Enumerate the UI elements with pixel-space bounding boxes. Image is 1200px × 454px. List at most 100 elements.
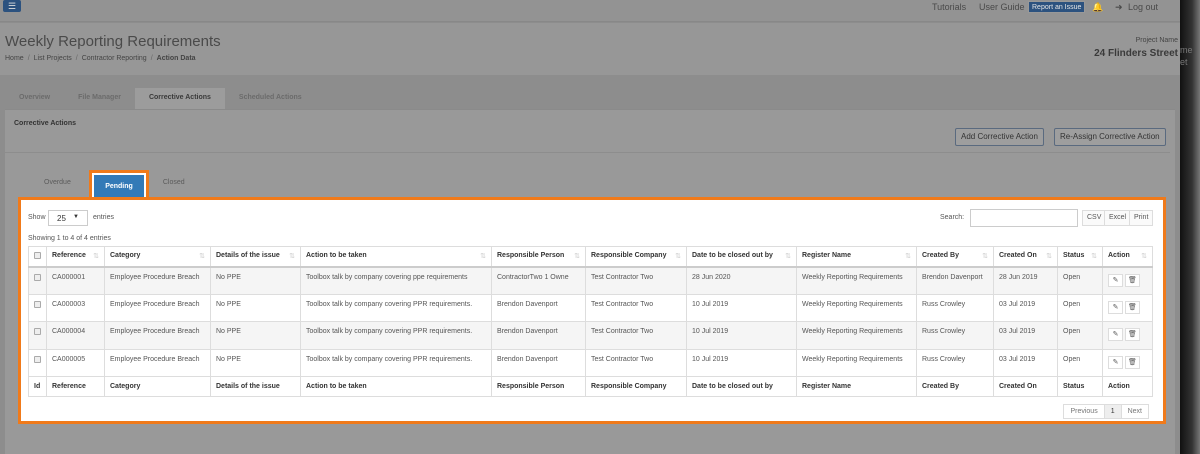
report-issue-button[interactable]: Report an Issue [1028, 1, 1086, 13]
row-checkbox[interactable] [28, 321, 47, 350]
tab-corrective-actions[interactable]: Corrective Actions [134, 88, 225, 109]
table-cell: Employee Procedure Breach [104, 321, 211, 350]
table-cell: 10 Jul 2019 [686, 321, 797, 350]
column-footer: Reference [46, 376, 105, 397]
sort-icon: ⇅ [1046, 253, 1052, 261]
column-header[interactable]: Date to be closed out by ⇅ [686, 246, 797, 268]
column-header-label: Responsible Person [497, 252, 565, 260]
pending-tab-highlight: Pending [89, 170, 149, 200]
breadcrumb-home[interactable]: Home [5, 55, 24, 62]
excel-button[interactable]: Excel [1104, 210, 1132, 226]
project-name-label: Project Name [1135, 37, 1178, 44]
tab-overview[interactable]: Overview [5, 88, 64, 109]
edit-icon[interactable]: ✎ [1108, 273, 1123, 287]
column-header[interactable]: Reference ⇅ [46, 246, 105, 268]
row-checkbox[interactable] [28, 293, 47, 322]
column-header[interactable]: Created On ⇅ [993, 246, 1058, 268]
edit-icon[interactable]: ✎ [1108, 355, 1123, 369]
column-header-label: Action to be taken [306, 252, 367, 260]
column-footer: Category [104, 376, 211, 397]
sort-icon: ⇅ [1091, 253, 1097, 261]
hamburger-menu-icon[interactable]: ☰ [3, 0, 21, 12]
breadcrumb: Home / List Projects / Contractor Reportin… [5, 55, 196, 62]
table-cell: Open [1057, 321, 1103, 350]
table-cell: Employee Procedure Breach [104, 293, 211, 322]
tab-pending[interactable]: Pending [94, 175, 144, 199]
table-cell: 10 Jul 2019 [686, 348, 797, 377]
breadcrumb-contractor-reporting[interactable]: Contractor Reporting [82, 55, 147, 62]
column-header[interactable]: Category ⇅ [104, 246, 211, 268]
print-button[interactable]: Print [1129, 210, 1154, 226]
table-info: Showing 1 to 4 of 4 entries [28, 235, 111, 242]
column-header[interactable]: Status ⇅ [1057, 246, 1103, 268]
column-footer: Action [1102, 376, 1153, 397]
breadcrumb-list-projects[interactable]: List Projects [34, 55, 72, 62]
user-guide-link[interactable]: User Guide [979, 2, 1025, 12]
column-header[interactable]: Responsible Person ⇅ [491, 246, 586, 268]
bell-icon[interactable]: 🔔 [1092, 2, 1103, 13]
column-header-label: Status [1063, 252, 1085, 260]
table-cell: Russ Crowley [916, 348, 994, 377]
column-header[interactable]: Details of the issue ⇅ [210, 246, 301, 268]
sort-icon: ⇅ [480, 253, 486, 261]
logout-link[interactable]: Log out [1128, 2, 1158, 12]
delete-icon[interactable]: 🗑 [1125, 300, 1140, 314]
column-footer: Register Name [796, 376, 917, 397]
edit-icon[interactable]: ✎ [1108, 300, 1123, 314]
next-button[interactable]: Next [1122, 405, 1148, 418]
column-header[interactable]: Created By ⇅ [916, 246, 994, 268]
logout-icon: ➜ [1115, 2, 1123, 12]
table-cell: Test Contractor Two [585, 293, 687, 322]
previous-button[interactable]: Previous [1064, 405, 1105, 418]
sort-icon: ⇅ [785, 253, 791, 261]
column-header[interactable]: Action to be taken ⇅ [300, 246, 492, 268]
delete-icon[interactable]: 🗑 [1125, 355, 1140, 369]
table-cell: No PPE [210, 321, 301, 350]
sort-icon: ⇅ [905, 253, 911, 261]
table-row: CA000005 Employee Procedure Breach No PPE T… [28, 348, 1153, 377]
table-cell: Open [1057, 348, 1103, 377]
table-row: CA000004 Employee Procedure Breach No PPE T… [28, 321, 1153, 350]
edit-icon[interactable]: ✎ [1108, 328, 1123, 341]
tab-closed[interactable]: Closed [149, 173, 199, 192]
tab-file-manager[interactable]: File Manager [64, 88, 135, 109]
column-header[interactable]: Register Name ⇅ [796, 246, 917, 268]
tutorials-link[interactable]: Tutorials [932, 2, 966, 12]
row-checkbox[interactable] [28, 266, 47, 295]
column-header-label: Details of the issue [216, 252, 280, 260]
footer-id: Id [28, 376, 47, 397]
column-header[interactable]: Responsible Company ⇅ [585, 246, 687, 268]
add-corrective-action-button[interactable]: Add Corrective Action [955, 128, 1044, 146]
table-cell: No PPE [210, 293, 301, 322]
delete-icon[interactable]: 🗑 [1125, 328, 1140, 341]
pagination: Previous 1 Next [1063, 404, 1149, 419]
divider [5, 152, 1170, 153]
tab-scheduled-actions[interactable]: Scheduled Actions [225, 88, 316, 109]
table-cell: ContractorTwo 1 Owne [491, 266, 586, 295]
entries-label: entries [93, 214, 115, 221]
csv-button[interactable]: CSV [1082, 210, 1107, 226]
table-cell: 03 Jul 2019 [993, 293, 1058, 322]
sort-icon: ⇅ [289, 253, 295, 261]
table-cell: Brendon Davenport [491, 348, 586, 377]
page-1-button[interactable]: 1 [1104, 405, 1122, 418]
table-cell: Weekly Reporting Requirements [796, 293, 917, 322]
table-cell: Russ Crowley [916, 293, 994, 322]
entries-length-select[interactable]: 25 ▼ [48, 210, 88, 226]
reassign-corrective-action-button[interactable]: Re-Assign Corrective Action [1054, 128, 1166, 146]
select-all-checkbox[interactable] [28, 246, 47, 268]
column-header[interactable]: Action ⇅ [1102, 246, 1153, 268]
search-input[interactable] [970, 209, 1078, 227]
column-footer: Details of the issue [210, 376, 301, 397]
table-section: Show 25 ▼ entries Search: CSV Excel Print… [18, 197, 1166, 424]
table-cell: CA000001 [46, 266, 105, 295]
delete-icon[interactable]: 🗑 [1125, 273, 1140, 287]
row-checkbox[interactable] [28, 348, 47, 377]
table-cell: Test Contractor Two [585, 266, 687, 295]
column-footer: Status [1057, 376, 1103, 397]
tab-overdue[interactable]: Overdue [30, 173, 85, 192]
sort-icon: ⇅ [675, 253, 681, 261]
column-header-label: Category [110, 252, 141, 260]
window-edge-shadow [1180, 0, 1200, 454]
table-cell: Brendon Davenport [491, 293, 586, 322]
